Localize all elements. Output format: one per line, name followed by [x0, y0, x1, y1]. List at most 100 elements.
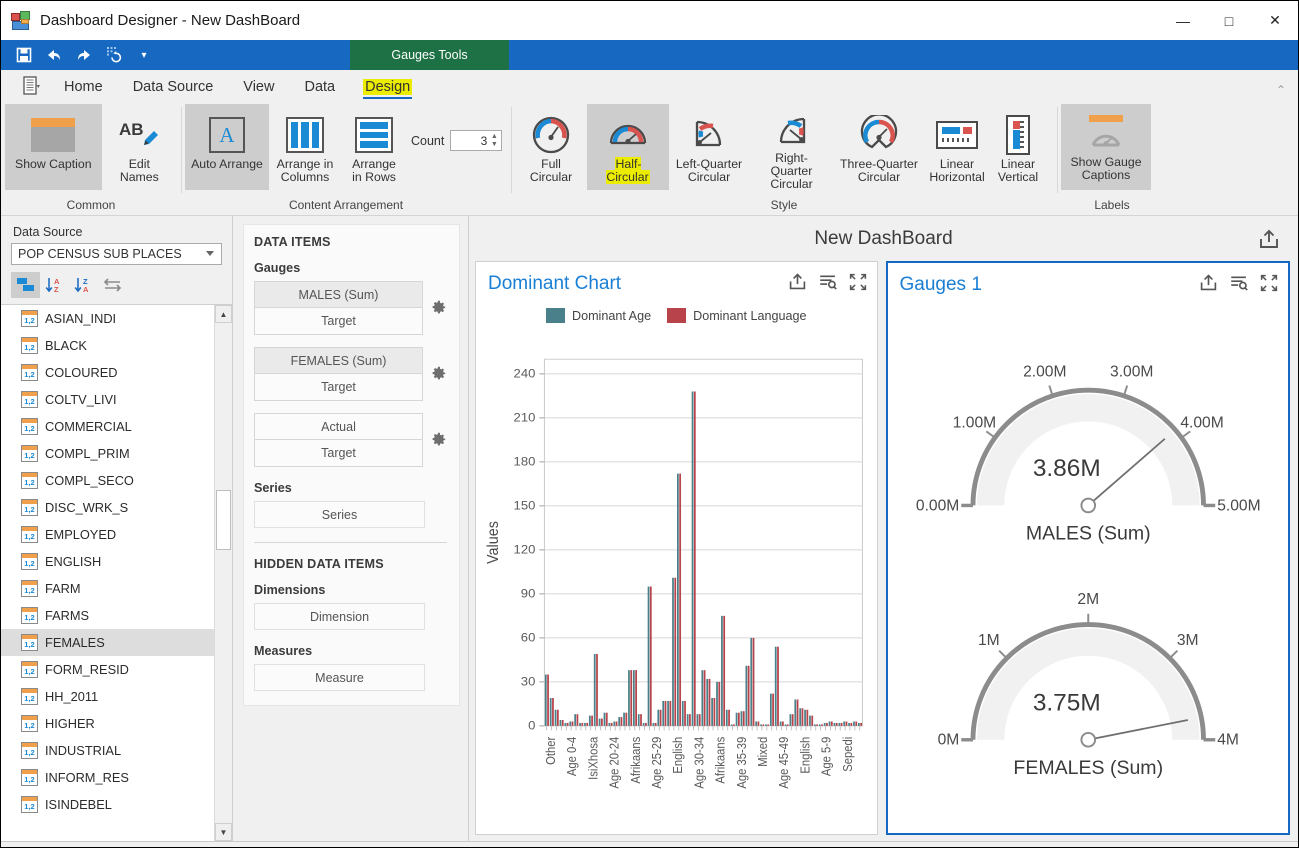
- bar[interactable]: [554, 709, 557, 726]
- bar[interactable]: [794, 699, 797, 726]
- bar[interactable]: [716, 681, 718, 726]
- bar[interactable]: [755, 721, 758, 726]
- bar[interactable]: [677, 473, 679, 726]
- bar[interactable]: [632, 670, 635, 726]
- bar[interactable]: [838, 722, 841, 726]
- bar[interactable]: [779, 721, 782, 726]
- bar[interactable]: [840, 722, 843, 726]
- bar[interactable]: [813, 724, 816, 726]
- tab-home[interactable]: Home: [49, 76, 118, 101]
- field-list-item[interactable]: 1,2 INFORM_RES: [1, 764, 232, 791]
- export-icon[interactable]: [1258, 228, 1280, 255]
- bar[interactable]: [684, 700, 686, 726]
- bar[interactable]: [786, 724, 789, 726]
- field-list-icon[interactable]: [11, 272, 40, 298]
- bar[interactable]: [747, 665, 750, 726]
- sort-az-icon[interactable]: AZ: [40, 272, 69, 298]
- bar[interactable]: [823, 722, 826, 726]
- bar[interactable]: [737, 712, 740, 726]
- field-list-item[interactable]: 1,2 ISINDEBEL: [1, 791, 232, 818]
- field-list-item[interactable]: 1,2 FARMS: [1, 602, 232, 629]
- tab-design[interactable]: Design: [350, 76, 425, 101]
- bar[interactable]: [615, 721, 618, 726]
- bar[interactable]: [801, 708, 804, 726]
- arrange-in-rows-button[interactable]: Arrange in Rows: [341, 104, 407, 190]
- field-list-item[interactable]: 1,2 ENGLISH: [1, 548, 232, 575]
- bar[interactable]: [708, 678, 711, 726]
- field-list-item[interactable]: 1,2 BLACK: [1, 332, 232, 359]
- bar[interactable]: [826, 722, 828, 726]
- bar[interactable]: [649, 586, 652, 726]
- bar[interactable]: [564, 722, 567, 726]
- bar[interactable]: [571, 721, 574, 726]
- bar[interactable]: [730, 724, 733, 726]
- maximize-button[interactable]: □: [1206, 1, 1252, 40]
- bar[interactable]: [718, 681, 721, 726]
- export-icon[interactable]: [1199, 273, 1218, 297]
- bar[interactable]: [804, 709, 806, 726]
- bar[interactable]: [600, 718, 603, 726]
- arrange-in-columns-button[interactable]: Arrange in Columns: [269, 104, 341, 190]
- bar[interactable]: [706, 678, 709, 726]
- bar[interactable]: [696, 714, 699, 726]
- field-list-scrollbar[interactable]: ▲ ▼: [214, 305, 232, 841]
- bar[interactable]: [556, 709, 559, 726]
- bar[interactable]: [791, 714, 794, 726]
- field-list-item[interactable]: 1,2 INDUSTRIAL: [1, 737, 232, 764]
- series-slot[interactable]: Series: [254, 501, 425, 528]
- gauge-target-slot[interactable]: Target: [254, 308, 423, 335]
- field-list-item[interactable]: 1,2 FARM: [1, 575, 232, 602]
- bar[interactable]: [789, 714, 792, 726]
- maximize-icon[interactable]: [1260, 274, 1278, 297]
- qat-more-button[interactable]: ▾: [129, 42, 159, 68]
- count-stepper[interactable]: 3 ▲ ▼: [450, 130, 503, 151]
- field-list-item[interactable]: 1,2 COMPL_SECO: [1, 467, 232, 494]
- widget-gauges-1[interactable]: Gauges 1 0.00M 1.00M 2.00M 3.00M 4.00M 5…: [885, 261, 1290, 835]
- bar[interactable]: [603, 712, 606, 726]
- bar[interactable]: [620, 717, 623, 726]
- bar[interactable]: [584, 722, 586, 726]
- bar[interactable]: [549, 698, 552, 726]
- legend-item[interactable]: Dominant Language: [667, 308, 807, 323]
- bar[interactable]: [760, 724, 762, 726]
- gauge-value-slot[interactable]: MALES (Sum): [254, 281, 423, 308]
- bar[interactable]: [586, 722, 589, 726]
- gear-icon[interactable]: [429, 365, 447, 383]
- field-list-item[interactable]: 1,2 EMPLOYED: [1, 521, 232, 548]
- field-list[interactable]: 1,2 ASIAN_INDI 1,2 BLACK 1,2 COLOURED 1,2 COLTV…: [1, 304, 232, 841]
- bar[interactable]: [669, 700, 672, 726]
- stepper-arrows[interactable]: ▲ ▼: [489, 132, 499, 149]
- bar[interactable]: [750, 637, 753, 726]
- field-list-item[interactable]: 1,2 HIGHER: [1, 710, 232, 737]
- show-caption-button[interactable]: Show Caption: [5, 104, 102, 190]
- bar[interactable]: [853, 721, 855, 726]
- contextual-tab-gauges-tools[interactable]: Gauges Tools: [350, 40, 509, 70]
- bar[interactable]: [821, 724, 823, 726]
- measure-slot[interactable]: Measure: [254, 664, 425, 691]
- close-button[interactable]: ✕: [1252, 1, 1298, 40]
- bar[interactable]: [725, 709, 728, 726]
- gear-icon[interactable]: [429, 299, 447, 317]
- bar[interactable]: [561, 720, 564, 726]
- bar[interactable]: [765, 724, 767, 726]
- widget-dominant-chart[interactable]: Dominant Chart Dominant Age Dominant Lan…: [475, 261, 878, 835]
- bar[interactable]: [721, 615, 723, 726]
- bar[interactable]: [782, 721, 784, 726]
- bar[interactable]: [630, 670, 633, 726]
- bar[interactable]: [569, 721, 572, 726]
- right-quarter-circular-button[interactable]: Right-Quarter Circular: [749, 104, 834, 191]
- linear-horizontal-button[interactable]: Linear Horizontal: [924, 104, 990, 190]
- gauge-actual-slot[interactable]: Actual: [254, 413, 423, 440]
- bar[interactable]: [598, 718, 601, 726]
- scroll-down-icon[interactable]: ▼: [215, 823, 232, 841]
- bar[interactable]: [835, 722, 838, 726]
- dimension-slot[interactable]: Dimension: [254, 603, 425, 630]
- field-list-item[interactable]: 1,2 DISC_WRK_S: [1, 494, 232, 521]
- bar[interactable]: [774, 646, 777, 726]
- bar[interactable]: [818, 724, 821, 726]
- bar[interactable]: [858, 722, 860, 726]
- bar[interactable]: [637, 714, 640, 726]
- bar[interactable]: [581, 722, 584, 726]
- bar[interactable]: [645, 722, 647, 726]
- bar[interactable]: [625, 712, 628, 726]
